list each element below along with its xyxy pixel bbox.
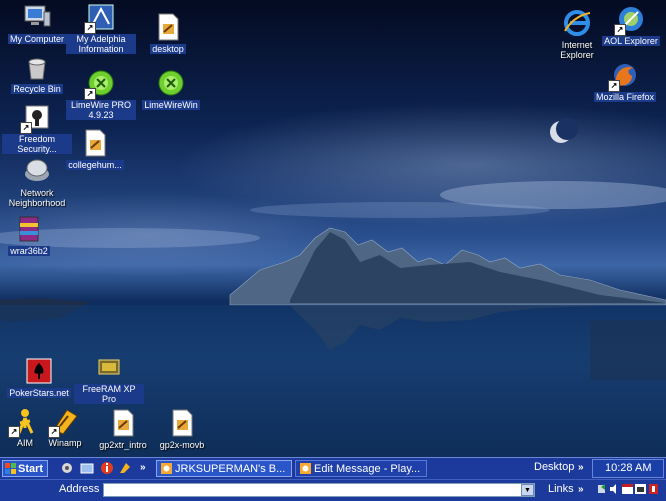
desktop-icon-my-adelphia[interactable]: ↗ My Adelphia Information <box>66 2 136 54</box>
links-label[interactable]: Links <box>548 483 574 495</box>
browser-icon <box>161 463 172 474</box>
document-icon <box>80 128 110 158</box>
calendar-icon[interactable] <box>622 483 633 495</box>
desktop-icon-label: collegehum... <box>66 160 124 170</box>
winrar-icon <box>14 214 44 244</box>
shortcut-arrow-icon: ↗ <box>20 122 32 134</box>
desktop-icon-aol[interactable]: ↗ AOL Explorer <box>596 4 666 46</box>
clock[interactable]: 10:28 AM <box>605 462 651 474</box>
start-button[interactable]: Start <box>2 460 48 477</box>
address-input[interactable] <box>103 483 535 497</box>
desktop-icon-gp2xmovb[interactable]: gp2x-movb <box>147 408 217 450</box>
desktop-icon-label: gp2x-movb <box>159 440 205 450</box>
desktop-icon-label: LimeWire PRO 4.9.23 <box>66 100 136 120</box>
desktop-icon-pokerstars[interactable]: PokerStars.net <box>4 356 74 398</box>
desktop-icon-label: LimeWireWin <box>142 100 200 110</box>
desktop-icon-label: My Computer <box>7 34 66 44</box>
windows-flag-icon <box>5 463 16 474</box>
desktop-icon-network[interactable]: Network Neighborhood <box>2 156 72 208</box>
shortcut-arrow-icon: ↗ <box>48 426 60 438</box>
limewire-icon <box>156 68 186 98</box>
desktop-icon-label: Mozilla Firefox <box>593 92 656 102</box>
freeram-icon <box>94 352 124 382</box>
task-button-0[interactable]: JRKSUPERMAN's B... <box>156 460 292 477</box>
document-icon <box>153 12 183 42</box>
desktop-icon-limewire-pro[interactable]: ↗ LimeWire PRO 4.9.23 <box>66 68 136 120</box>
address-dropdown-button[interactable]: ▼ <box>521 484 534 496</box>
adelphia-icon: ↗ <box>84 2 116 34</box>
desktop-icon-label: desktop <box>150 44 186 54</box>
freedom-icon: ↗ <box>20 102 52 134</box>
show-desktop-icon[interactable] <box>80 461 94 475</box>
system-tray-clock: 10:28 AM <box>592 459 664 478</box>
desktop-icon-my-computer[interactable]: My Computer <box>2 2 72 44</box>
taskbar: Start » JRKSUPERMAN's B... Edit Message … <box>0 457 666 480</box>
safely-remove-icon[interactable] <box>596 483 607 495</box>
internet-explorer-icon <box>562 8 592 38</box>
quicklaunch-chevron[interactable]: » <box>140 462 146 473</box>
antivirus-icon[interactable] <box>648 483 659 495</box>
desktop-icon-label: PokerStars.net <box>7 388 71 398</box>
shortcut-arrow-icon: ↗ <box>608 80 620 92</box>
desktop-icon-recycle-bin[interactable]: Recycle Bin <box>2 52 72 94</box>
shortcut-arrow-icon: ↗ <box>84 22 96 34</box>
shortcut-arrow-icon: ↗ <box>8 426 20 438</box>
document-icon <box>108 408 138 438</box>
desktop-icon-label: gp2xtr_intro <box>99 440 147 450</box>
settings-quicklaunch-icon[interactable] <box>60 461 74 475</box>
pokerstars-icon <box>24 356 54 386</box>
browser-icon <box>300 463 311 474</box>
recycle-bin-icon <box>22 52 52 82</box>
start-label: Start <box>18 462 44 475</box>
volume-icon[interactable] <box>609 483 620 495</box>
messenger-icon[interactable] <box>635 483 646 495</box>
aol-explorer-icon: ↗ <box>614 4 646 36</box>
winamp-icon: ↗ <box>48 406 80 438</box>
desktop-icon-label: FreeRAM XP Pro <box>74 384 144 404</box>
desktop-icon-label: My Adelphia Information <box>66 34 136 54</box>
network-icon <box>22 156 52 186</box>
desktop-toolbar-chevron[interactable]: » <box>578 462 584 473</box>
desktop-icon-wrar[interactable]: wrar36b2 <box>0 214 64 256</box>
desktop-toolbar-button[interactable]: Desktop <box>534 461 574 473</box>
shortcut-arrow-icon: ↗ <box>614 24 626 36</box>
address-label: Address <box>59 483 100 495</box>
desktop-icon-label: wrar36b2 <box>8 246 50 256</box>
computer-icon <box>22 2 52 32</box>
shortcut-arrow-icon: ↗ <box>84 88 96 100</box>
task-label: JRKSUPERMAN's B... <box>175 462 286 475</box>
address-toolbar: Address ▼ Links » <box>0 479 666 501</box>
limewire-icon: ↗ <box>84 68 116 100</box>
task-button-1[interactable]: Edit Message - Play... <box>295 460 427 477</box>
desktop-icon-firefox[interactable]: ↗ Mozilla Firefox <box>590 60 660 102</box>
info-quicklaunch-icon[interactable] <box>100 461 114 475</box>
desktop-icon-limewirewin[interactable]: LimeWireWin <box>136 68 206 110</box>
task-label: Edit Message - Play... <box>314 462 421 475</box>
desktop-icon-freeram[interactable]: FreeRAM XP Pro <box>74 352 144 404</box>
links-chevron[interactable]: » <box>578 484 584 495</box>
desktop-icon-label: Recycle Bin <box>11 84 63 94</box>
desktop-icon-desktop-file[interactable]: desktop <box>133 12 203 54</box>
desktop-icon-label: Winamp <box>48 438 82 448</box>
desktop-icon-label: AOL Explorer <box>602 36 660 46</box>
winamp-quicklaunch-icon[interactable] <box>118 461 132 475</box>
firefox-icon: ↗ <box>608 60 640 92</box>
document-icon <box>167 408 197 438</box>
desktop-icon-label: Network Neighborhood <box>8 188 66 208</box>
